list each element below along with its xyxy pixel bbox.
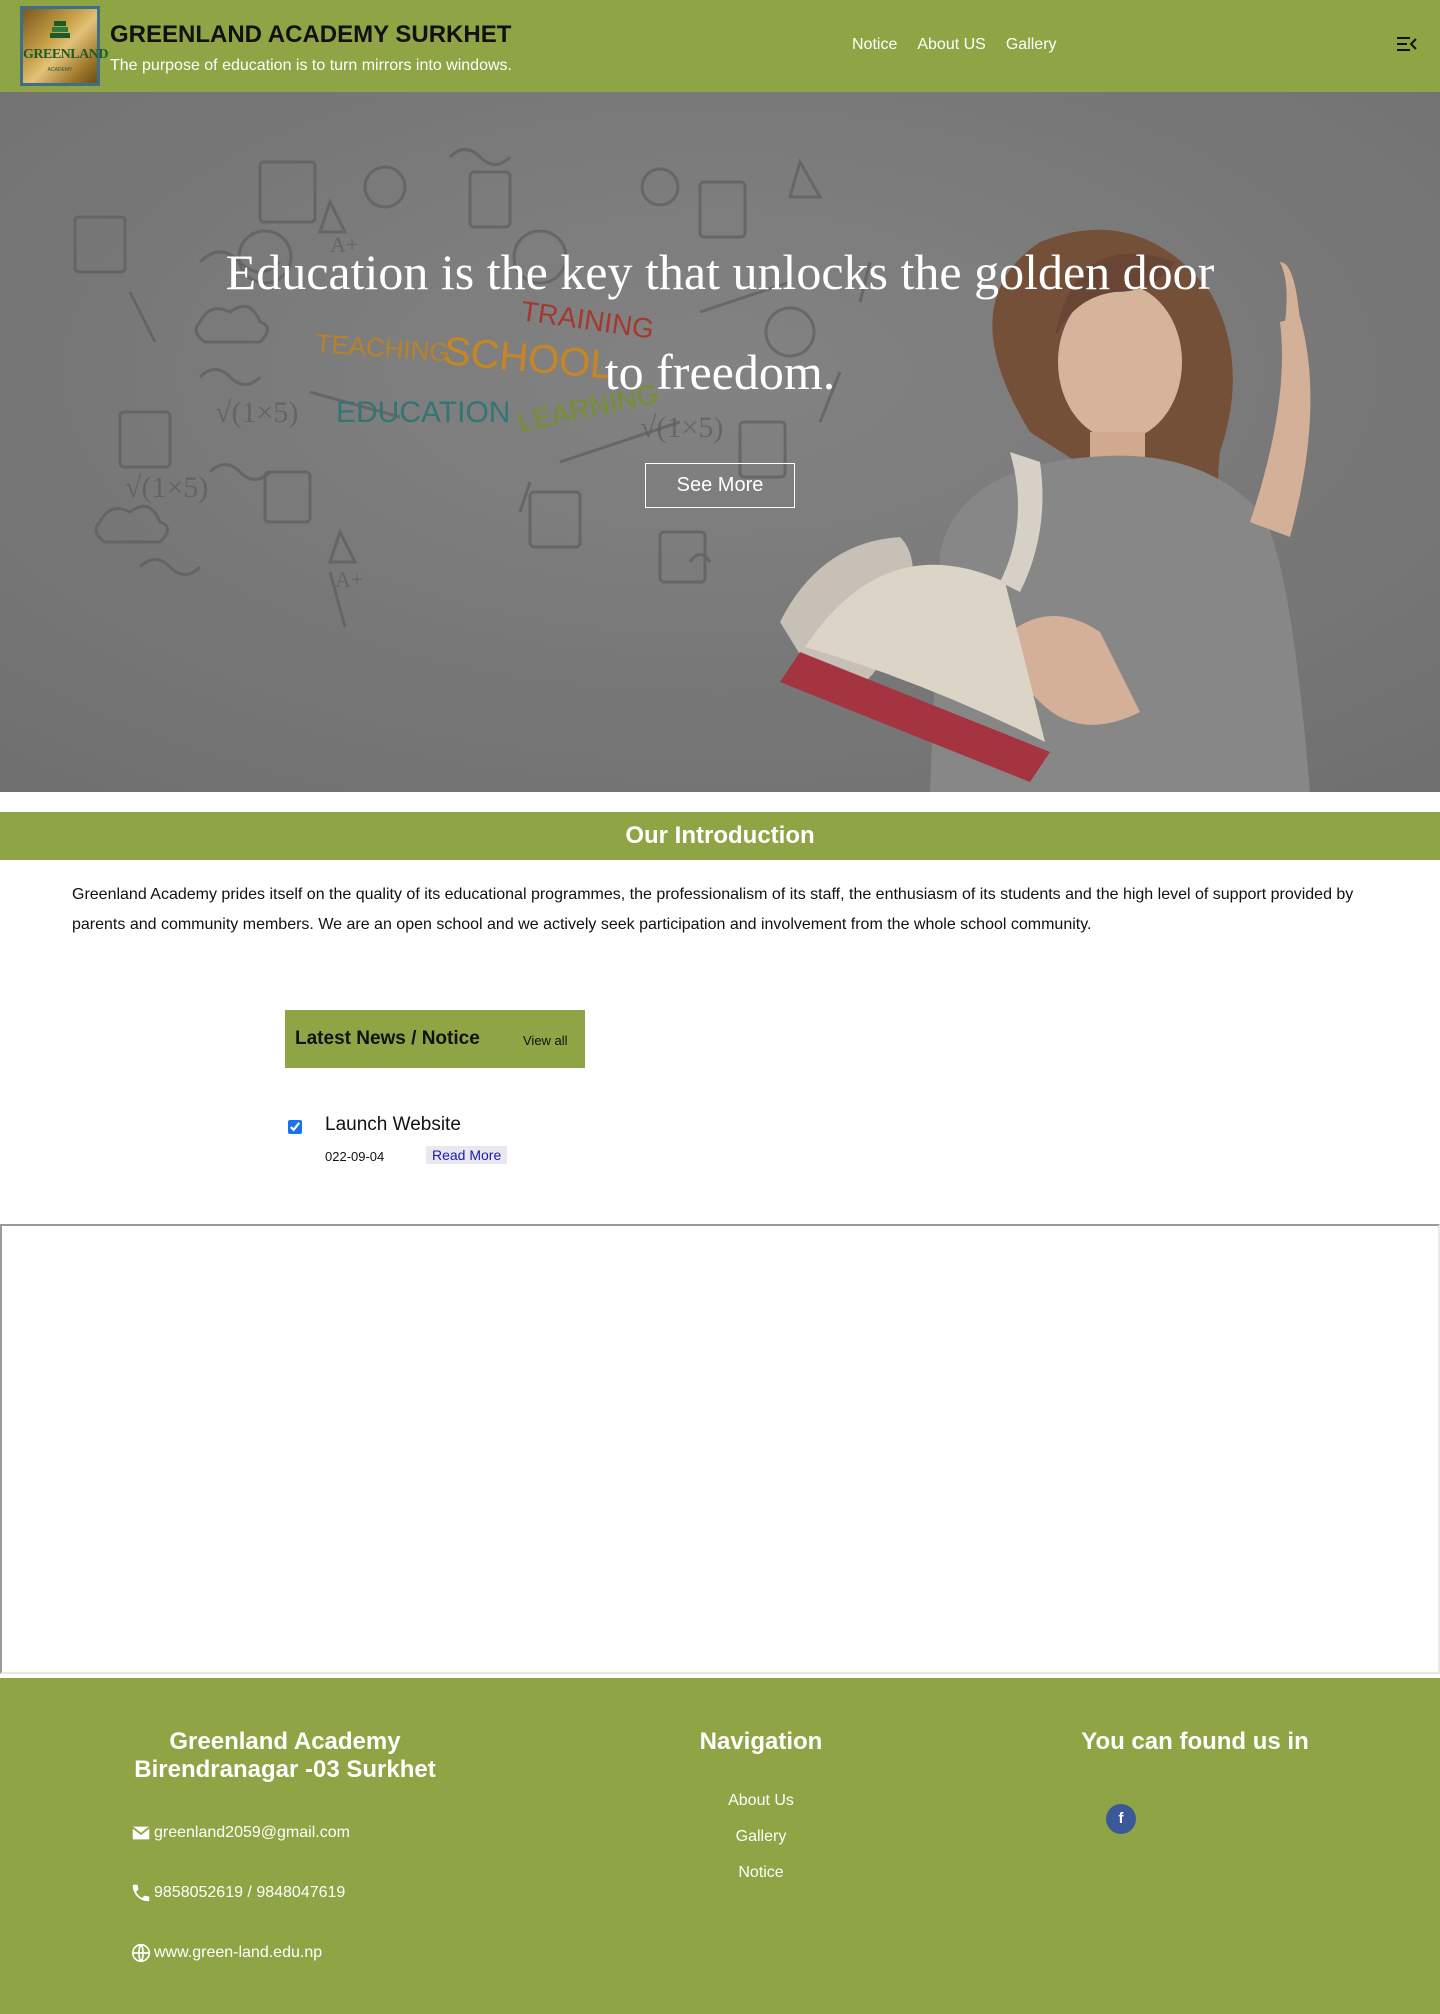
books-icon — [50, 21, 70, 38]
footer-link-gallery[interactable]: Gallery — [661, 1828, 861, 1846]
news-item-title[interactable]: Launch Website — [325, 1114, 461, 1136]
footer-social-title: You can found us in — [1081, 1728, 1309, 1755]
hero-banner: √(1×5) √(1×5) √(1×5) A+ A+ TEACHING SCHO… — [0, 92, 1440, 792]
site-header: GREENLAND ACADEMY GREENLAND ACADEMY SURK… — [0, 0, 1440, 92]
menu-collapse-icon[interactable] — [1396, 33, 1418, 55]
site-footer: Greenland Academy Birendranagar -03 Surk… — [0, 1678, 1440, 2014]
hero-headline: Education is the key that unlocks the go… — [225, 244, 1215, 400]
news-title: Latest News / Notice — [295, 1028, 480, 1049]
globe-icon — [131, 1943, 151, 1963]
mail-icon — [132, 1826, 150, 1840]
news-header: Latest News / Notice View all — [285, 1010, 585, 1068]
embedded-frame[interactable] — [0, 1224, 1440, 1674]
footer-school-name: Greenland Academy Birendranagar -03 Surk… — [134, 1728, 436, 1783]
footer-phone-text: 9858052619 / 9848047619 — [154, 1884, 346, 1901]
phone-icon — [132, 1884, 150, 1902]
view-all-link[interactable]: View all — [523, 1033, 568, 1048]
school-logo[interactable]: GREENLAND ACADEMY — [20, 6, 108, 86]
introduction-title: Our Introduction — [0, 812, 1440, 860]
nav-link-gallery[interactable]: Gallery — [1006, 36, 1057, 54]
site-tagline: The purpose of education is to turn mirr… — [110, 57, 512, 74]
introduction-text: Greenland Academy prides itself on the q… — [72, 886, 1354, 933]
footer-website[interactable]: www.green-land.edu.np — [130, 1942, 322, 1964]
main-nav: Notice About US Gallery — [852, 36, 1057, 54]
footer-email[interactable]: greenland2059@gmail.com — [130, 1822, 350, 1844]
see-more-button[interactable]: See More — [645, 463, 795, 508]
read-more-button[interactable]: Read More — [426, 1146, 508, 1164]
footer-navigation-title: Navigation — [699, 1728, 823, 1755]
footer-phone[interactable]: 9858052619 / 9848047619 — [130, 1882, 345, 1904]
hero-overlay — [0, 92, 1440, 792]
nav-link-notice[interactable]: Notice — [852, 36, 897, 54]
logo-subtext: ACADEMY — [47, 67, 73, 73]
news-item-checkbox[interactable] — [288, 1120, 302, 1134]
nav-link-about-us[interactable]: About US — [917, 36, 985, 54]
footer-link-notice[interactable]: Notice — [661, 1864, 861, 1882]
footer-email-text: greenland2059@gmail.com — [154, 1824, 350, 1841]
footer-link-about-us[interactable]: About Us — [661, 1792, 861, 1810]
site-title[interactable]: GREENLAND ACADEMY SURKHET — [110, 21, 511, 49]
footer-website-text: www.green-land.edu.np — [154, 1944, 323, 1961]
news-item-date: 022-09-04 — [325, 1149, 385, 1164]
facebook-icon[interactable]: f — [1106, 1804, 1136, 1834]
logo-text: GREENLAND — [23, 47, 108, 62]
